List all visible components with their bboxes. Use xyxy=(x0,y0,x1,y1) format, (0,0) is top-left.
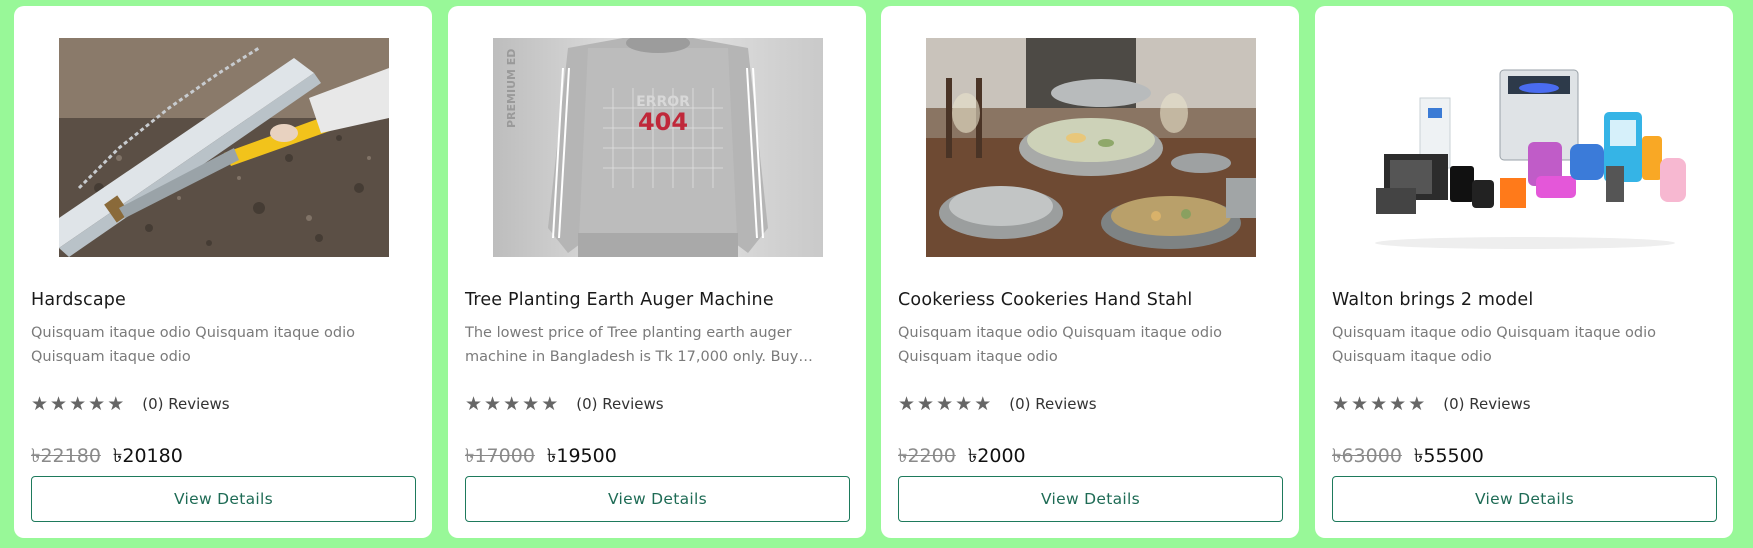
cookware-image[interactable] xyxy=(926,38,1256,257)
old-price: ৳63000 xyxy=(1332,445,1402,467)
hardscape-tool-image[interactable] xyxy=(59,38,389,257)
view-details-button[interactable]: View Details xyxy=(31,476,416,522)
star-icon: ★ xyxy=(522,392,540,415)
view-details-button[interactable]: View Details xyxy=(465,476,850,522)
sweatshirt-side-text: PREMIUM ED xyxy=(505,49,518,128)
product-card: Hardscape Quisquam itaque odio Quisquam … xyxy=(14,6,432,538)
star-icon: ★ xyxy=(484,392,502,415)
sweatshirt-image[interactable]: ERROR 404 PREMIUM ED xyxy=(493,38,823,257)
star-icon: ★ xyxy=(31,392,49,415)
star-icon: ★ xyxy=(1332,392,1350,415)
star-rating: ★ ★ ★ ★ ★ xyxy=(31,392,125,415)
star-icon: ★ xyxy=(974,392,992,415)
star-icon: ★ xyxy=(465,392,483,415)
star-icon: ★ xyxy=(1408,392,1426,415)
product-card: ERROR 404 PREMIUM ED Tree Planting Earth… xyxy=(448,6,866,538)
old-price: ৳22180 xyxy=(31,445,101,467)
price: ৳2200 ৳2000 xyxy=(898,442,1026,474)
star-rating: ★ ★ ★ ★ ★ xyxy=(1332,392,1426,415)
rating: ★ ★ ★ ★ ★ (0) Reviews xyxy=(898,392,1097,416)
star-icon: ★ xyxy=(50,392,68,415)
product-grid: Hardscape Quisquam itaque odio Quisquam … xyxy=(0,0,1753,548)
reviews-count: (0) Reviews xyxy=(1443,395,1531,413)
product-description: Quisquam itaque odio Quisquam itaque odi… xyxy=(31,325,356,365)
star-icon: ★ xyxy=(1389,392,1407,415)
star-icon: ★ xyxy=(107,392,125,415)
product-title[interactable]: Cookeriess Cookeries Hand Stahl xyxy=(898,290,1192,310)
home-appliances-image[interactable] xyxy=(1360,38,1690,257)
new-price: ৳19500 xyxy=(546,445,617,467)
star-rating: ★ ★ ★ ★ ★ xyxy=(898,392,992,415)
reviews-count: (0) Reviews xyxy=(142,395,230,413)
star-icon: ★ xyxy=(541,392,559,415)
old-price: ৳17000 xyxy=(465,445,535,467)
star-icon: ★ xyxy=(503,392,521,415)
product-title[interactable]: Walton brings 2 model xyxy=(1332,290,1533,310)
star-icon: ★ xyxy=(88,392,106,415)
product-description: Quisquam itaque odio Quisquam itaque odi… xyxy=(1332,325,1657,365)
reviews-count: (0) Reviews xyxy=(576,395,664,413)
price: ৳22180 ৳20180 xyxy=(31,442,183,474)
product-title[interactable]: Tree Planting Earth Auger Machine xyxy=(465,290,774,310)
price: ৳17000 ৳19500 xyxy=(465,442,617,474)
rating: ★ ★ ★ ★ ★ (0) Reviews xyxy=(31,392,230,416)
product-description: The lowest price of Tree planting earth … xyxy=(465,325,799,365)
reviews-count: (0) Reviews xyxy=(1009,395,1097,413)
price: ৳63000 ৳55500 xyxy=(1332,442,1484,474)
product-description: Quisquam itaque odio Quisquam itaque odi… xyxy=(898,325,1223,365)
new-price: ৳2000 xyxy=(967,445,1026,467)
star-icon: ★ xyxy=(898,392,916,415)
product-card: Cookeriess Cookeries Hand Stahl Quisquam… xyxy=(881,6,1299,538)
rating: ★ ★ ★ ★ ★ (0) Reviews xyxy=(1332,392,1531,416)
star-icon: ★ xyxy=(1370,392,1388,415)
new-price: ৳55500 xyxy=(1413,445,1484,467)
view-details-button[interactable]: View Details xyxy=(898,476,1283,522)
sweatshirt-text-404: 404 xyxy=(638,108,688,136)
rating: ★ ★ ★ ★ ★ (0) Reviews xyxy=(465,392,664,416)
product-card: Walton brings 2 model Quisquam itaque od… xyxy=(1315,6,1733,538)
star-rating: ★ ★ ★ ★ ★ xyxy=(465,392,559,415)
view-details-button[interactable]: View Details xyxy=(1332,476,1717,522)
star-icon: ★ xyxy=(917,392,935,415)
new-price: ৳20180 xyxy=(112,445,183,467)
star-icon: ★ xyxy=(955,392,973,415)
old-price: ৳2200 xyxy=(898,445,956,467)
product-title[interactable]: Hardscape xyxy=(31,290,126,310)
star-icon: ★ xyxy=(69,392,87,415)
star-icon: ★ xyxy=(1351,392,1369,415)
star-icon: ★ xyxy=(936,392,954,415)
